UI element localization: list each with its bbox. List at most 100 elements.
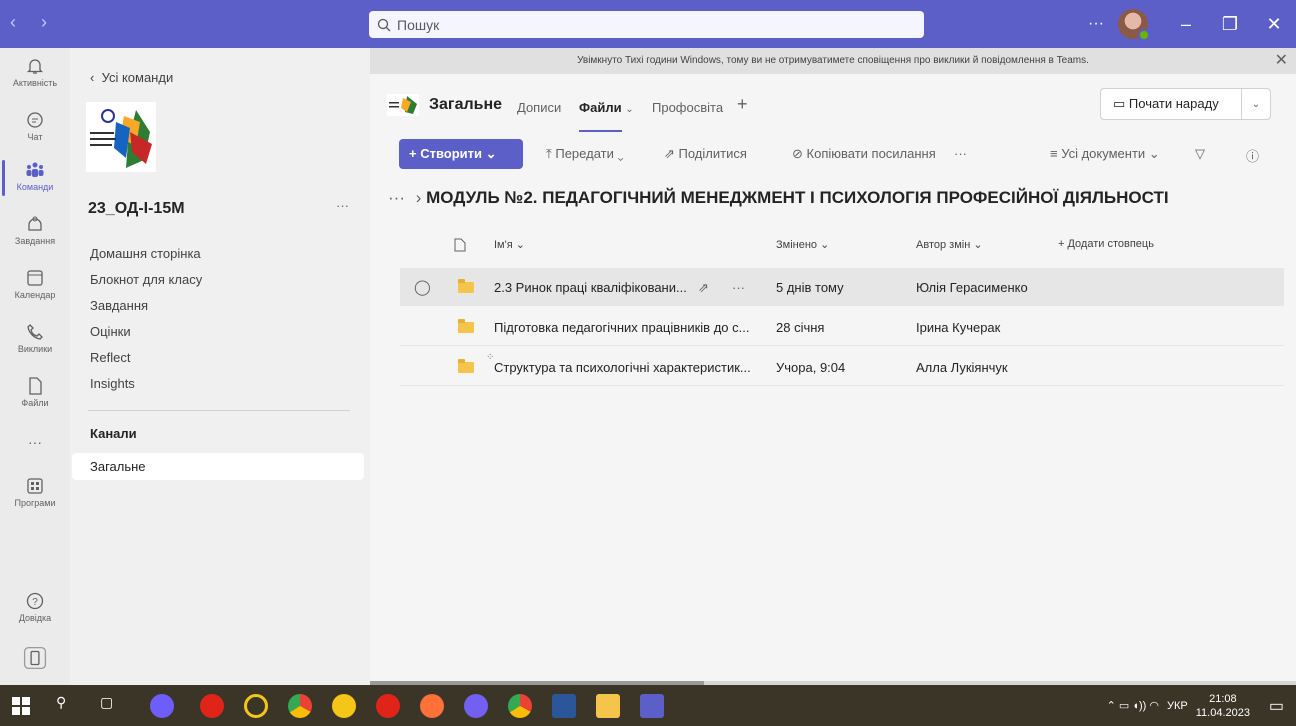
table-row[interactable]: ⁘ Структура та психологічні характеристи… (400, 348, 1284, 386)
rail-label: Команди (16, 182, 54, 192)
settings-more-button[interactable]: ··· (1078, 15, 1114, 33)
table-row[interactable]: Підготовка педагогічних працівників до с… (400, 308, 1284, 346)
create-button[interactable]: + Створити ⌄ (399, 139, 523, 169)
phone-icon (27, 324, 43, 340)
add-column-label: Додати стовпець (1067, 238, 1154, 250)
rail-help[interactable]: ? Довідка (0, 591, 70, 623)
maximize-button[interactable]: ❐ (1208, 14, 1252, 35)
copy-link-button[interactable]: ⊘ Копіювати посилання (792, 146, 936, 162)
all-teams-label: Усі команди (101, 70, 174, 85)
browser-icon[interactable] (332, 694, 356, 718)
nav-grades[interactable]: Оцінки (90, 319, 202, 345)
device-button[interactable] (0, 645, 70, 673)
nav-assignments[interactable]: Завдання (90, 293, 202, 319)
file-name[interactable]: Структура та психологічні характеристик.… (494, 360, 751, 375)
breadcrumb-current: МОДУЛЬ №2. ПЕДАГОГІЧНИЙ МЕНЕДЖМЕНТ І ПСИ… (426, 188, 1169, 207)
row-more-button[interactable]: ··· (732, 280, 745, 295)
file-icon (29, 377, 42, 395)
filter-icon[interactable]: ▽ (1195, 146, 1205, 162)
app-rail: Активність Чат Команди Завдання Календар… (0, 48, 70, 685)
windows-taskbar: ⚲ ▢ ⌃ ▭ ◖)) ◠ УКР 21:08 11.04.2023 ▭ (0, 685, 1296, 726)
search-placeholder: Пошук (397, 16, 440, 33)
system-tray: ⌃ ▭ ◖)) ◠ УКР 21:08 11.04.2023 (1107, 685, 1250, 726)
tab-posts[interactable]: Дописи (517, 100, 561, 115)
file-modified: Учора, 9:04 (776, 360, 846, 375)
assignments-icon (28, 216, 42, 231)
tab-files[interactable]: Файли ⌄ (579, 100, 634, 132)
share-button[interactable]: ⇗ Поділитися (664, 146, 747, 162)
rail-chat[interactable]: Чат (0, 110, 70, 142)
select-checkbox[interactable]: ◯ (414, 278, 431, 296)
presence-icon (1138, 29, 1150, 41)
rail-label: Довідка (18, 613, 52, 623)
rail-activity[interactable]: Активність (0, 56, 70, 88)
file-explorer-icon[interactable] (596, 694, 620, 718)
apps-icon (27, 478, 43, 494)
nav-notebook[interactable]: Блокнот для класу (90, 267, 202, 293)
search-icon[interactable]: ⚲ (56, 694, 80, 718)
breadcrumb-more[interactable]: ··· (388, 188, 405, 207)
clock-time: 21:08 (1209, 692, 1237, 705)
rail-files[interactable]: Файли (0, 376, 70, 408)
column-modified[interactable]: Змінено ⌄ (776, 238, 829, 251)
toolbar-more-button[interactable]: ··· (954, 146, 967, 161)
file-author: Юлія Герасименко (916, 280, 1028, 295)
opera-icon[interactable] (200, 694, 224, 718)
chromium-icon[interactable] (288, 694, 312, 718)
avatar[interactable] (1118, 9, 1150, 41)
clock[interactable]: 21:08 11.04.2023 (1196, 692, 1250, 720)
file-name[interactable]: 2.3 Ринок праці кваліфіковани... (494, 280, 687, 295)
start-meeting-button[interactable]: ▭ Почати нараду ⌄ (1100, 88, 1271, 120)
help-icon: ? (26, 592, 44, 610)
firefox-icon[interactable] (420, 694, 444, 718)
add-tab-button[interactable]: + (737, 94, 748, 115)
task-view-icon[interactable]: ▢ (100, 694, 124, 718)
eye-app-icon[interactable] (244, 694, 268, 718)
info-icon[interactable]: ⓘ (1246, 146, 1259, 165)
rail-teams[interactable]: Команди (0, 160, 70, 196)
rail-apps[interactable]: Програми (0, 476, 70, 508)
rail-label: Виклики (17, 344, 53, 354)
nav-arrows[interactable]: ‹ › (10, 12, 57, 33)
all-teams-link[interactable]: ‹ Усі команди (90, 70, 173, 85)
rail-more[interactable]: ··· (0, 434, 70, 450)
tray-icons[interactable]: ⌃ ▭ ◖)) ◠ (1107, 699, 1159, 712)
file-name[interactable]: Підготовка педагогічних працівників до с… (494, 320, 749, 335)
cortana-icon[interactable] (150, 694, 174, 718)
row-share-icon[interactable]: ⇗ (698, 280, 709, 296)
rail-label: Чат (27, 132, 43, 142)
rail-calls[interactable]: Виклики (0, 322, 70, 354)
column-author[interactable]: Автор змін ⌄ (916, 238, 983, 251)
clock-date: 11.04.2023 (1195, 706, 1250, 719)
breadcrumb: ··· › МОДУЛЬ №2. ПЕДАГОГІЧНИЙ МЕНЕДЖМЕНТ… (388, 188, 1169, 208)
nav-reflect[interactable]: Reflect (90, 345, 202, 371)
view-selector[interactable]: ≡ Усі документи ⌄ (1050, 146, 1160, 162)
windows-start-icon[interactable] (12, 694, 36, 718)
column-name-label: Ім'я (494, 239, 513, 251)
chevron-down-icon: ⌄ (625, 104, 634, 115)
table-row[interactable]: ◯ 2.3 Ринок праці кваліфіковани... ⇗ ···… (400, 268, 1284, 306)
notifications-icon[interactable]: ▭ (1269, 696, 1284, 716)
chrome-icon[interactable] (508, 694, 532, 718)
word-icon[interactable] (552, 694, 576, 718)
close-window-button[interactable]: ✕ (1252, 14, 1296, 35)
chevron-down-icon[interactable]: ⌄ (1242, 99, 1270, 110)
teams-icon[interactable] (640, 694, 664, 718)
add-column-button[interactable]: + Додати стовпець (1058, 238, 1154, 250)
upload-button[interactable]: ⤒ Передати ⌄ (546, 146, 624, 162)
column-name[interactable]: Ім'я ⌄ (494, 238, 525, 251)
nav-insights[interactable]: Insights (90, 371, 202, 397)
channel-general[interactable]: Загальне (72, 453, 364, 480)
rail-assignments[interactable]: Завдання (0, 214, 70, 246)
nav-home[interactable]: Домашня сторінка (90, 241, 202, 267)
quiet-hours-banner: Увімкнуто Тихі години Windows, тому ви н… (370, 48, 1296, 74)
close-icon[interactable]: ✕ (1275, 48, 1288, 74)
language-indicator[interactable]: УКР (1167, 700, 1188, 712)
tab-profosvita[interactable]: Профосвіта (652, 100, 723, 115)
yandex-icon[interactable] (376, 694, 400, 718)
minimize-button[interactable]: – (1164, 14, 1208, 35)
viber-icon[interactable] (464, 694, 488, 718)
rail-calendar[interactable]: Календар (0, 268, 70, 300)
search-input[interactable]: Пошук (369, 11, 924, 38)
team-more-button[interactable]: ··· (336, 198, 349, 213)
